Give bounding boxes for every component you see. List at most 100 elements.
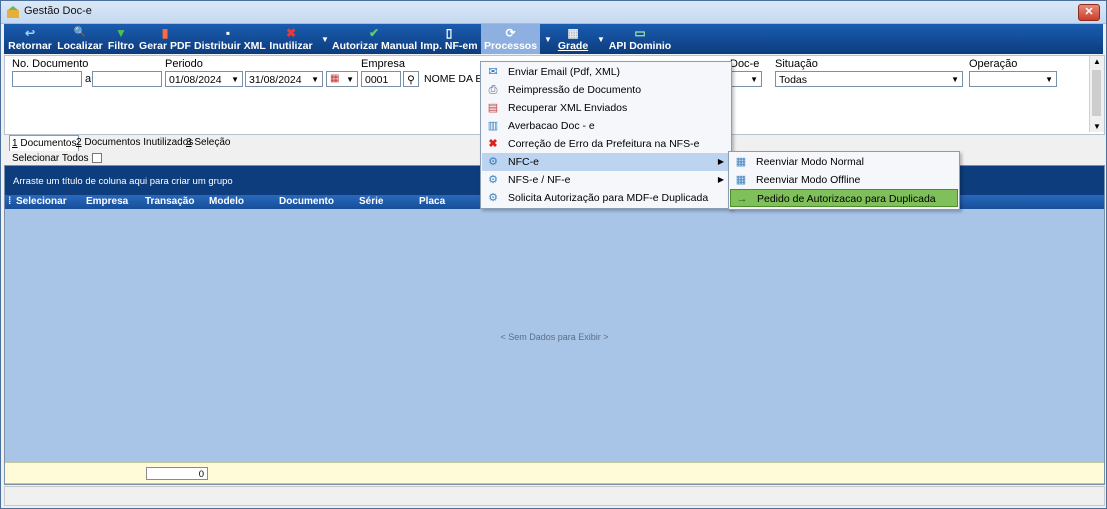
situacao-label: Situação xyxy=(775,58,818,70)
close-button[interactable]: ✕ xyxy=(1078,4,1100,21)
status-bar xyxy=(4,486,1105,506)
chevron-down-icon[interactable]: ▼ xyxy=(750,72,758,86)
empresa-name-field: NOME DA EM xyxy=(421,71,483,87)
situacao-select[interactable]: Todas ▼ xyxy=(775,71,963,87)
localizar-button[interactable]: 🔍 Localizar xyxy=(57,24,103,54)
empresa-code-input[interactable]: 0001 xyxy=(361,71,401,87)
col-modelo[interactable]: Modelo xyxy=(209,196,244,207)
menu-item-correcao-erro[interactable]: ✖ Correção de Erro da Prefeitura na NFS-… xyxy=(482,135,730,153)
autorizar-manual-button[interactable]: ✔ Autorizar Manual xyxy=(332,24,417,54)
menu-item-averbacao[interactable]: ▥ Averbacao Doc - e xyxy=(482,117,730,135)
column-handle-icon[interactable]: ⁞ xyxy=(8,196,11,207)
periodo-to-input[interactable]: 31/08/2024 ▼ xyxy=(245,71,323,87)
doce-select[interactable]: ▼ xyxy=(730,71,762,87)
checkbox[interactable] xyxy=(91,153,102,164)
grade-button[interactable]: ▦ Grade xyxy=(556,24,590,54)
red-x-icon: ✖ xyxy=(285,26,297,40)
pdf-icon: ▮ xyxy=(161,26,169,40)
chevron-down-icon[interactable]: ▼ xyxy=(1045,72,1053,86)
col-serie[interactable]: Série xyxy=(359,196,383,207)
empty-message: < Sem Dados para Exibir > xyxy=(500,332,609,342)
search-icon: 🔍 xyxy=(73,27,87,38)
col-empresa[interactable]: Empresa xyxy=(86,196,128,207)
email-icon: ✉ xyxy=(488,66,498,78)
menu-item-mdfe-duplicada[interactable]: ⚙ Solicita Autorização para MDF-e Duplic… xyxy=(482,189,730,207)
menu-item-nfse-nfe[interactable]: ⚙ NFS-e / NF-e ▶ xyxy=(482,171,730,189)
gear-icon: ⚙ xyxy=(488,192,498,204)
grid-icon: ▦ xyxy=(735,174,747,186)
grid-icon: ▦ xyxy=(567,26,579,40)
doce-label: Doc-e xyxy=(730,58,760,70)
floppy-disk-icon: ▪ xyxy=(225,26,231,40)
document-icon: ▯ xyxy=(445,26,453,40)
imp-nfem-button[interactable]: ▯ Imp. NF-em xyxy=(419,24,479,54)
data-grid: Arraste um título de coluna aqui para cr… xyxy=(4,165,1105,485)
gear-icon: ⚙ xyxy=(488,174,498,186)
gerar-pdf-button[interactable]: ▮ Gerar PDF xyxy=(139,24,191,54)
a-label: a xyxy=(85,73,92,85)
chevron-down-icon[interactable]: ▼ xyxy=(311,72,319,86)
menu-item-enviar-email[interactable]: ✉ Enviar Email (Pdf, XML) xyxy=(482,63,730,81)
title-bar: Gestão Doc-e ✕ xyxy=(1,1,1106,24)
processos-button[interactable]: ⟳ Processos xyxy=(481,24,540,54)
inutilizar-dropdown-icon[interactable]: ▼ xyxy=(321,35,329,44)
window-title: Gestão Doc-e xyxy=(24,5,92,17)
scroll-thumb[interactable] xyxy=(1092,70,1101,116)
col-transacao[interactable]: Transação xyxy=(145,196,194,207)
tab-selecao[interactable]: 3 Seleção xyxy=(184,135,232,150)
api-icon: ▭ xyxy=(634,26,646,40)
processos-menu: ✉ Enviar Email (Pdf, XML) ⎙ Reimpressão … xyxy=(480,61,732,209)
periodo-from-input[interactable]: 01/08/2024 ▼ xyxy=(165,71,243,87)
main-window: Gestão Doc-e ✕ ↩ Retornar 🔍 Localizar ▼ … xyxy=(0,0,1107,509)
filtro-button[interactable]: ▼ Filtro xyxy=(106,24,136,54)
footer-total: 0 xyxy=(146,467,208,480)
col-selecionar[interactable]: Selecionar xyxy=(16,196,67,207)
processos-dropdown-icon[interactable]: ▼ xyxy=(544,35,552,44)
col-documento[interactable]: Documento xyxy=(279,196,334,207)
search-icon: ⚲ xyxy=(407,74,415,86)
arrow-right-icon: → xyxy=(736,193,748,205)
operacao-label: Operação xyxy=(969,58,1018,70)
red-x-icon: ✖ xyxy=(488,138,498,150)
numero-from-input[interactable] xyxy=(12,71,82,87)
refresh-icon: ⟳ xyxy=(505,26,516,40)
inutilizar-button[interactable]: ✖ Inutilizar xyxy=(267,24,315,54)
empresa-label: Empresa xyxy=(361,58,406,70)
scroll-up-icon[interactable]: ▲ xyxy=(1093,57,1101,66)
printer-icon: ⎙ xyxy=(488,84,498,96)
tab-documentos-inutilizados[interactable]: 2 Documentos Inutilizados xyxy=(74,135,195,150)
api-dominio-button[interactable]: ▭ API Dominio xyxy=(608,24,672,54)
averbacao-icon: ▥ xyxy=(487,120,499,132)
menu-item-nfce[interactable]: ⚙ NFC-e ▶ xyxy=(482,153,730,171)
grid-footer: 0 xyxy=(5,462,1104,483)
col-placa[interactable]: Placa xyxy=(419,196,445,207)
grade-dropdown-icon[interactable]: ▼ xyxy=(597,35,605,44)
empresa-search-button[interactable]: ⚲ xyxy=(403,71,419,87)
menu-item-pedido-autorizacao-duplicada[interactable]: → Pedido de Autorizacao para Duplicada xyxy=(730,189,958,207)
toolbar: ↩ Retornar 🔍 Localizar ▼ Filtro ▮ Gerar … xyxy=(4,24,1103,54)
chevron-down-icon[interactable]: ▼ xyxy=(346,72,354,86)
menu-item-recuperar-xml[interactable]: ▤ Recuperar XML Enviados xyxy=(482,99,730,117)
chevron-down-icon[interactable]: ▼ xyxy=(951,72,959,86)
distribuir-xml-button[interactable]: ▪ Distribuir XML xyxy=(194,24,266,54)
numero-to-input[interactable] xyxy=(92,71,162,87)
menu-item-reenviar-normal[interactable]: ▦ Reenviar Modo Normal xyxy=(730,153,958,171)
grid-icon: ▦ xyxy=(735,156,747,168)
submenu-arrow-icon: ▶ xyxy=(717,157,724,166)
filter-scrollbar[interactable]: ▲ ▼ xyxy=(1089,56,1104,132)
back-arrow-icon: ↩ xyxy=(24,26,36,40)
menu-item-reimpressao[interactable]: ⎙ Reimpressão de Documento xyxy=(482,81,730,99)
periodo-label: Periodo xyxy=(165,58,203,70)
check-icon: ✔ xyxy=(368,26,380,40)
menu-item-reenviar-offline[interactable]: ▦ Reenviar Modo Offline xyxy=(730,171,958,189)
calendar-button[interactable]: ▦ ▼ xyxy=(326,71,358,87)
select-all-checkbox[interactable]: Selecionar Todos xyxy=(12,153,102,164)
chevron-down-icon[interactable]: ▼ xyxy=(231,72,239,86)
operacao-select[interactable]: ▼ xyxy=(969,71,1057,87)
tab-documentos[interactable]: 1 Documentos xyxy=(9,135,80,151)
scroll-down-icon[interactable]: ▼ xyxy=(1093,122,1101,131)
retornar-button[interactable]: ↩ Retornar xyxy=(6,24,54,54)
app-icon xyxy=(7,6,19,18)
gear-icon: ⚙ xyxy=(488,156,498,168)
xml-file-icon: ▤ xyxy=(487,102,499,114)
